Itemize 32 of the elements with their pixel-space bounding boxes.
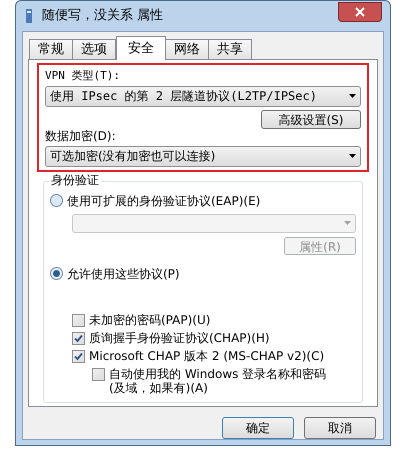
checkbox-label: 自动使用我的 Windows 登录名称和密码(及域，如果有)(A) bbox=[109, 366, 328, 394]
dialog-button[interactable]: 确定 bbox=[222, 417, 294, 439]
advanced-settings-button[interactable]: 高级设置(S) bbox=[261, 110, 361, 128]
checkbox[interactable] bbox=[92, 368, 105, 380]
checkbox[interactable] bbox=[72, 314, 85, 326]
radio-button[interactable] bbox=[50, 194, 63, 207]
tab[interactable]: 常规 bbox=[29, 39, 73, 59]
field-label: 数据加密(D): bbox=[45, 128, 117, 144]
checkbox-label: 质询握手身份验证协议(CHAP)(H) bbox=[89, 330, 270, 344]
vpn-type-dropdown[interactable]: 使用 IPsec 的第 2 层隧道协议(L2TP/IPSec) bbox=[45, 86, 361, 106]
window-icon bbox=[24, 8, 34, 24]
window-title: 随便写，没关系 属性 bbox=[42, 7, 164, 26]
checkbox[interactable] bbox=[72, 332, 85, 344]
tab[interactable]: 选项 bbox=[72, 39, 116, 59]
tab[interactable]: 共享 bbox=[208, 39, 252, 59]
radio-label: 允许使用这些协议(P) bbox=[67, 266, 180, 282]
radio-button[interactable] bbox=[50, 267, 63, 280]
dropdown-arrow-icon bbox=[349, 94, 356, 98]
encryption-dropdown[interactable]: 可选加密(没有加密也可以连接) bbox=[45, 146, 361, 166]
radio-label: 使用可扩展的身份验证协议(EAP)(E) bbox=[67, 192, 260, 210]
dialog-button[interactable]: 取消 bbox=[304, 417, 376, 439]
checkbox-label: 未加密的密码(PAP)(U) bbox=[89, 312, 210, 326]
tab[interactable]: 网络 bbox=[165, 39, 209, 59]
tab[interactable]: 安全 bbox=[116, 36, 166, 60]
group-title: 身份验证 bbox=[49, 172, 101, 186]
close-icon bbox=[355, 7, 365, 17]
dropdown-arrow-icon bbox=[349, 154, 356, 158]
checkbox[interactable] bbox=[72, 350, 85, 362]
close-button[interactable] bbox=[338, 2, 382, 22]
dropdown-arrow-icon bbox=[344, 221, 351, 225]
checkbox-label: Microsoft CHAP 版本 2 (MS-CHAP v2)(C) bbox=[89, 348, 324, 362]
field-label: VPN 类型(T): bbox=[45, 68, 121, 84]
